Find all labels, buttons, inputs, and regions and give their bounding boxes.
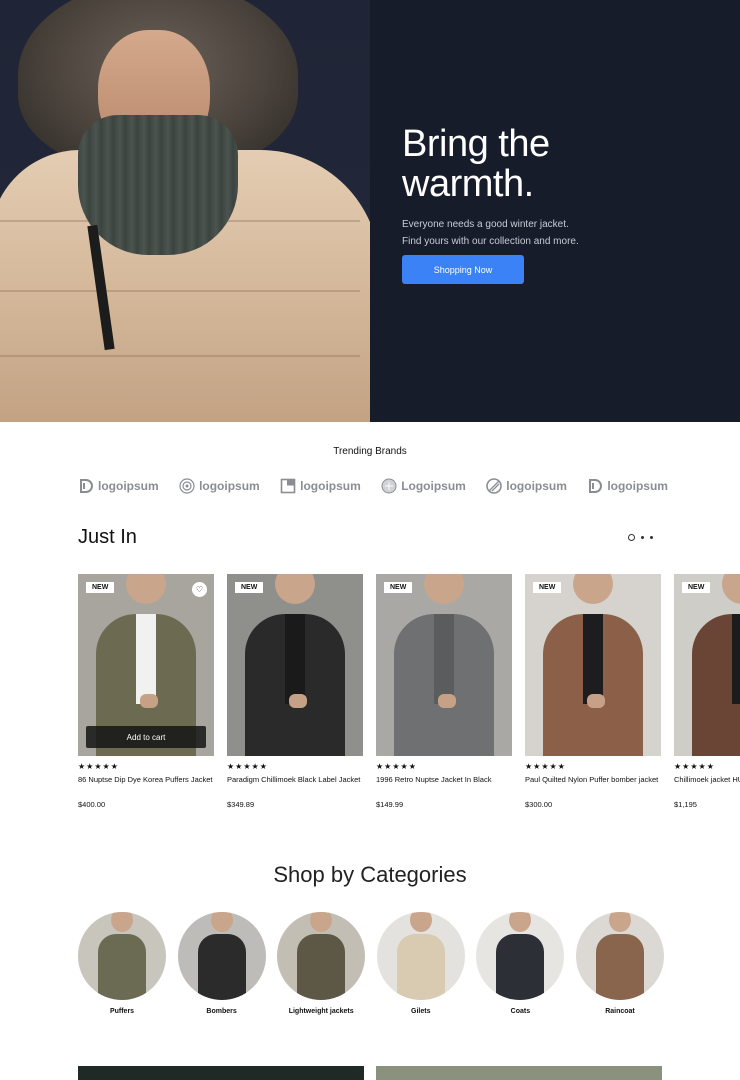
- star-rating: ★★★★★: [525, 762, 566, 771]
- brand-logo-6[interactable]: logoipsum: [587, 478, 668, 494]
- product-price: $1,195: [674, 800, 697, 809]
- product-card[interactable]: NEW ★★★★★ Chillimoek jacket HUMANATURE $…: [674, 574, 740, 809]
- new-badge: NEW: [533, 582, 562, 593]
- shop-by-categories-title: Shop by Categories: [273, 862, 467, 887]
- hero-subtitle-line-2: Find yours with our collection and more.: [402, 236, 579, 247]
- slash-circle-icon: [486, 478, 503, 494]
- carousel-pager: [628, 534, 653, 541]
- promo-banner-2[interactable]: [376, 1066, 662, 1080]
- d-shape-icon: [589, 479, 603, 493]
- category-lightweight-jackets[interactable]: Lightweight jackets: [277, 912, 366, 1022]
- category-puffers[interactable]: Puffers: [78, 912, 166, 1022]
- category-list: Puffers Bombers Lightweight jackets Gile…: [78, 912, 664, 1022]
- hero-subtitle-line-1: Everyone needs a good winter jacket.: [402, 219, 569, 230]
- product-price: $300.00: [525, 800, 553, 809]
- brand-name: Logoipsum: [401, 479, 466, 493]
- just-in-title: Just In: [78, 526, 137, 548]
- brand-logo-3[interactable]: logoipsum: [280, 478, 361, 494]
- category-gilets[interactable]: Gilets: [376, 912, 465, 1022]
- hero-title-line-1: Bring the: [402, 123, 550, 165]
- hero-title: Bring the warmth.: [402, 124, 702, 204]
- brand-name: logoipsum: [607, 479, 668, 493]
- brand-name: logoipsum: [300, 479, 361, 493]
- category-image[interactable]: [376, 912, 465, 1000]
- star-rating: ★★★★★: [78, 762, 119, 771]
- category-label: Coats: [510, 1008, 531, 1015]
- product-name[interactable]: 86 Nuptse Dip Dye Korea Puffers Jacket: [78, 773, 214, 799]
- product-card[interactable]: NEW ★★★★★ Paul Quilted Nylon Puffer bomb…: [525, 574, 661, 809]
- brand-logo-4[interactable]: Logoipsum: [381, 478, 466, 494]
- brand-name: logoipsum: [506, 479, 567, 493]
- product-card[interactable]: NEW ★★★★★ Paradigm Chillimoek Black Labe…: [227, 574, 363, 809]
- product-price: $400.00: [78, 800, 106, 809]
- product-price: $349.89: [227, 800, 255, 809]
- product-price: $149.99: [376, 800, 404, 809]
- d-shape-icon: [80, 479, 93, 493]
- square-icon: [280, 478, 296, 494]
- new-badge: NEW: [682, 582, 711, 593]
- product-name[interactable]: Chillimoek jacket HUMANATURE: [674, 773, 740, 799]
- product-image[interactable]: NEW: [227, 574, 363, 756]
- product-image[interactable]: NEW ♡ Add to cart: [78, 574, 214, 756]
- new-badge: NEW: [86, 582, 115, 593]
- circle-icon: [381, 478, 397, 494]
- pager-dot-3[interactable]: [650, 536, 653, 539]
- category-image[interactable]: [476, 912, 565, 1000]
- add-to-cart-button[interactable]: Add to cart: [86, 726, 206, 748]
- star-rating: ★★★★★: [674, 762, 715, 771]
- category-label: Gilets: [411, 1008, 431, 1015]
- shopping-now-button[interactable]: Shopping Now: [402, 255, 524, 284]
- new-badge: NEW: [384, 582, 413, 593]
- product-card[interactable]: NEW ♡ Add to cart ★★★★★ 86 Nuptse Dip Dy…: [78, 574, 214, 809]
- category-image[interactable]: [78, 912, 166, 1000]
- hero-copy: Bring the warmth. Everyone needs a good …: [402, 124, 702, 284]
- product-carousel: NEW ♡ Add to cart ★★★★★ 86 Nuptse Dip Dy…: [78, 574, 740, 824]
- product-name[interactable]: Paul Quilted Nylon Puffer bomber jacket: [525, 773, 661, 799]
- category-coats[interactable]: Coats: [476, 912, 565, 1022]
- category-label: Bombers: [206, 1008, 237, 1015]
- wishlist-heart-icon[interactable]: ♡: [192, 582, 207, 597]
- trending-brands-title: Trending Brands: [333, 446, 407, 457]
- category-image[interactable]: [177, 912, 266, 1000]
- product-image[interactable]: NEW: [376, 574, 512, 756]
- product-image[interactable]: NEW: [674, 574, 740, 756]
- knit-scarf: [78, 115, 238, 255]
- star-rating: ★★★★★: [376, 762, 417, 771]
- pager-dot-1[interactable]: [628, 534, 635, 541]
- product-image[interactable]: NEW: [525, 574, 661, 756]
- category-image[interactable]: [277, 912, 366, 1000]
- category-image[interactable]: [575, 912, 664, 1000]
- category-bombers[interactable]: Bombers: [177, 912, 266, 1022]
- brand-logo-5[interactable]: logoipsum: [486, 478, 567, 494]
- category-label: Raincoat: [605, 1008, 635, 1015]
- product-card[interactable]: NEW ★★★★★ 1996 Retro Nuptse Jacket In Bl…: [376, 574, 512, 809]
- new-badge: NEW: [235, 582, 264, 593]
- brand-name: logoipsum: [199, 479, 260, 493]
- hero-model-photo: [0, 0, 370, 422]
- spiral-icon: [179, 478, 195, 494]
- brand-logo-1[interactable]: logoipsum: [78, 478, 159, 494]
- star-rating: ★★★★★: [227, 762, 268, 771]
- product-name[interactable]: Paradigm Chillimoek Black Label Jacket: [227, 773, 363, 799]
- product-name[interactable]: 1996 Retro Nuptse Jacket In Black: [376, 773, 512, 799]
- category-raincoat[interactable]: Raincoat: [575, 912, 664, 1022]
- category-label: Puffers: [109, 1008, 135, 1015]
- brand-name: logoipsum: [98, 479, 159, 493]
- hero-title-line-2: warmth.: [402, 163, 534, 205]
- brand-logo-row: logoipsum logoipsum logoipsum Logoipsum …: [78, 474, 668, 498]
- promo-banner-1[interactable]: [78, 1066, 364, 1080]
- category-label: Lightweight jackets: [288, 1008, 354, 1015]
- pager-dot-2[interactable]: [641, 536, 644, 539]
- brand-logo-2[interactable]: logoipsum: [179, 478, 260, 494]
- hero-banner: Bring the warmth. Everyone needs a good …: [0, 0, 740, 422]
- hero-subtitle: Everyone needs a good winter jacket. Fin…: [402, 216, 612, 250]
